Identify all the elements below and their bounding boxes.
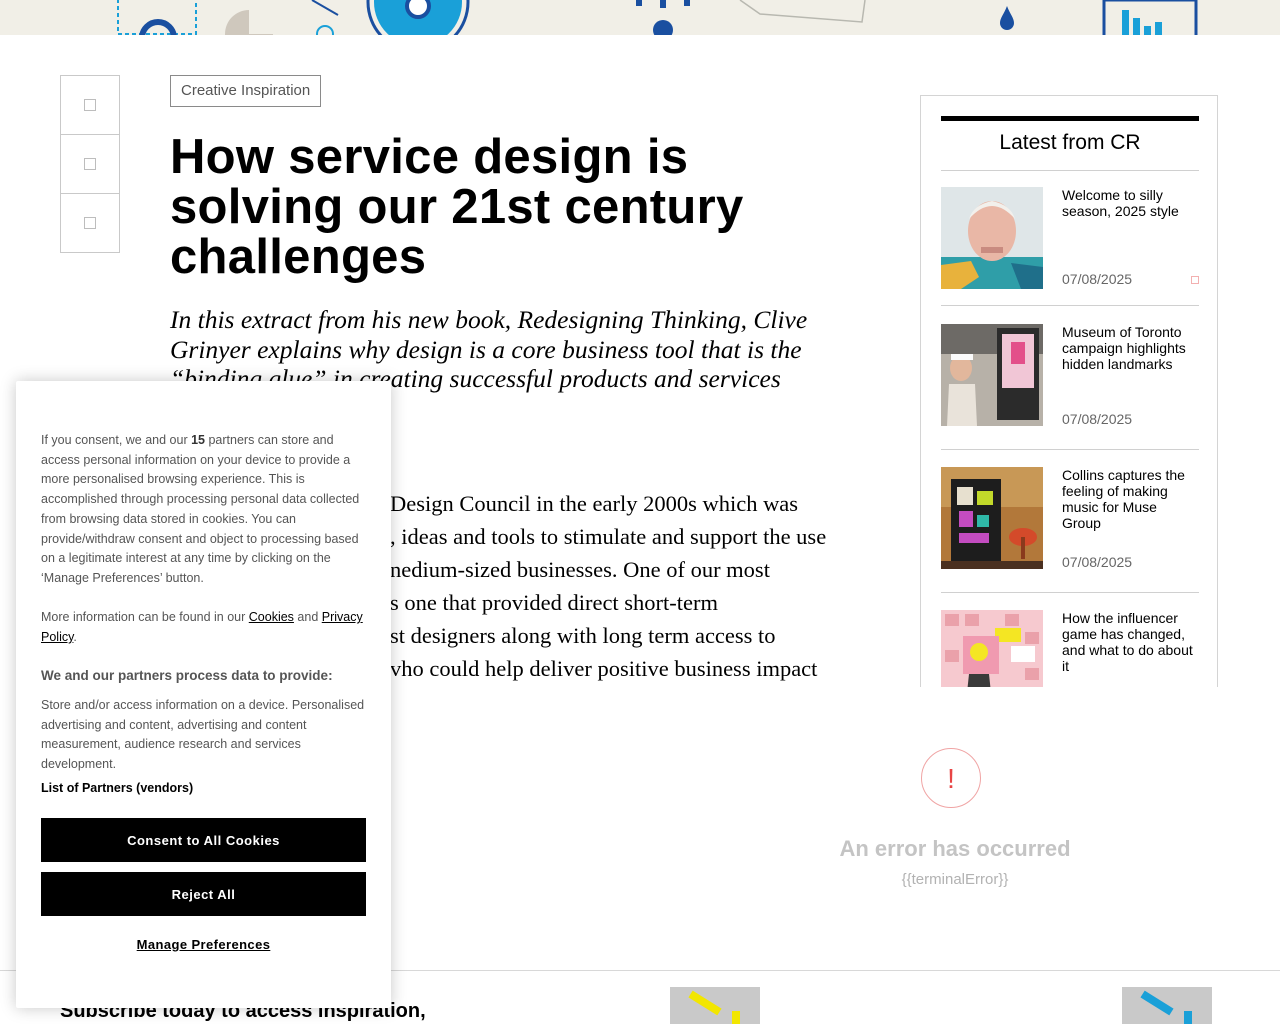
error-title: An error has occurred (839, 836, 1071, 861)
vendors-link[interactable]: List of Partners (vendors) (41, 781, 193, 795)
share-box-icon (84, 217, 96, 229)
card-date: 07/08/2025 (1062, 271, 1133, 287)
cookie-consent-dialog: If you consent, we and our 15 partners c… (16, 381, 391, 1008)
card-date: 07/08/2025 (1062, 554, 1133, 570)
divider (941, 305, 1199, 306)
share-box-icon (84, 99, 96, 111)
divider (941, 170, 1199, 171)
manage-preferences-link[interactable]: Manage Preferences (41, 937, 366, 952)
article-title: How service design is solving our 21st c… (170, 130, 744, 284)
error-exclamation-icon: ! (921, 748, 981, 808)
bookmark-icon[interactable] (1191, 276, 1199, 284)
category-tag[interactable]: Creative Inspiration (170, 75, 322, 107)
more-info-text: More information can be found in our (41, 610, 249, 624)
more-info-text: . (73, 630, 77, 644)
purposes-text: Store and/or access information on a dev… (41, 698, 365, 772)
share-button-1[interactable] (61, 76, 119, 135)
card-title[interactable]: Collins captures the feeling of making m… (1062, 467, 1199, 531)
error-subtitle: {{terminalError}} (901, 871, 1009, 888)
top-banner-illustration (0, 0, 1280, 35)
cookie-intro-text: If you consent, we and our (41, 433, 192, 447)
cookie-intro-text: partners can store and access personal i… (41, 433, 360, 585)
share-button-2[interactable] (61, 135, 119, 194)
share-button-3[interactable] (61, 194, 119, 252)
card-title[interactable]: Welcome to silly season, 2025 style (1062, 187, 1199, 219)
card-title[interactable]: How the influencer game has changed, and… (1062, 610, 1199, 674)
purposes-heading: We and our partners process data to prov… (41, 668, 333, 683)
latest-sidebar: Latest from CR Welcome to silly season, … (920, 95, 1218, 687)
reject-all-button[interactable]: Reject All (41, 872, 366, 916)
sidebar-top-rule (941, 116, 1199, 121)
card-date: 07/08/2025 (1062, 411, 1133, 427)
card-title[interactable]: Museum of Toronto campaign highlights hi… (1062, 324, 1199, 372)
share-box-icon (84, 158, 96, 170)
partner-count: 15 (191, 433, 205, 447)
card-thumbnail[interactable] (941, 187, 1043, 289)
card-thumbnail[interactable] (941, 324, 1043, 426)
more-info-text: and (293, 610, 322, 624)
promo-image[interactable] (1122, 987, 1212, 1024)
divider (941, 449, 1199, 450)
divider (941, 592, 1199, 593)
consent-all-button[interactable]: Consent to All Cookies (41, 818, 366, 862)
sidebar-heading: Latest from CR (999, 131, 1141, 154)
cookies-link[interactable]: Cookies (249, 610, 294, 624)
cookie-intro: If you consent, we and our 15 partners c… (41, 431, 371, 589)
card-thumbnail[interactable] (941, 610, 1043, 687)
share-rail (60, 75, 120, 253)
card-thumbnail[interactable] (941, 467, 1043, 569)
cookie-more-info: More information can be found in our Coo… (41, 607, 371, 647)
promo-image[interactable] (670, 987, 760, 1024)
